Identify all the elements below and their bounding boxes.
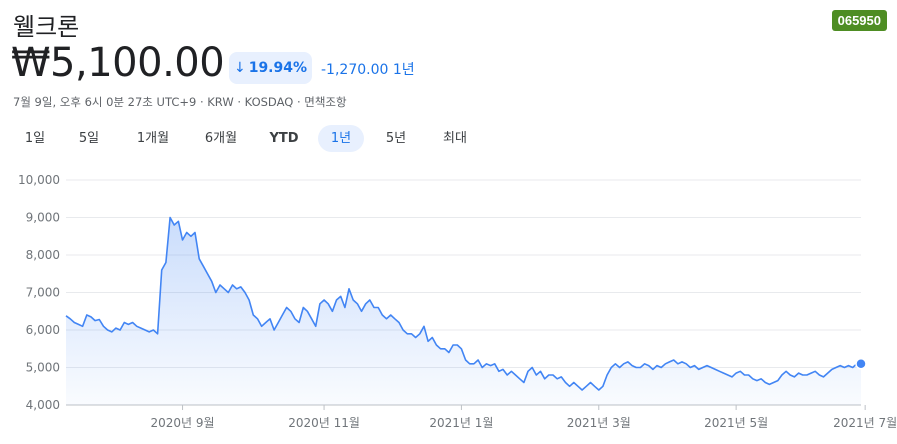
current-price: ₩5,100.00 (11, 40, 225, 86)
tab-1d[interactable]: 1일 (14, 125, 56, 152)
x-axis: 2020년 9월 2020년 11월 2021년 1월 2021년 3월 2021년 5… (151, 405, 897, 430)
tab-5y[interactable]: 5년 (374, 125, 418, 152)
tab-max[interactable]: 최대 (432, 125, 478, 152)
y-tick-label: 6,000 (26, 323, 60, 337)
range-tabs: 1일 5일 1개월 6개월 YTD 1년 5년 최대 (0, 125, 500, 153)
stock-name: 웰크론 (13, 13, 80, 41)
tab-ytd[interactable]: YTD (262, 125, 306, 152)
tab-6m[interactable]: 6개월 (192, 125, 250, 152)
price-chart[interactable]: 10,000 9,000 8,000 7,000 6,000 5,000 4,000 202… (0, 165, 897, 444)
price-area-fill (66, 217, 861, 405)
y-tick-label: 5,000 (26, 361, 60, 375)
x-tick-label: 2021년 5월 (704, 416, 768, 430)
y-tick-label: 9,000 (26, 211, 60, 225)
x-tick-label: 2020년 11월 (288, 416, 360, 430)
tab-1y[interactable]: 1년 (318, 125, 364, 152)
y-axis: 10,000 9,000 8,000 7,000 6,000 5,000 4,000 (18, 173, 60, 412)
y-tick-label: 8,000 (26, 248, 60, 262)
change-percent: 19.94% (248, 60, 308, 76)
last-price-dot[interactable] (855, 358, 867, 370)
quote-meta: 7월 9일, 오후 6시 0분 27초 UTC+9 · KRW · KOSDAQ… (13, 95, 347, 109)
x-tick-label: 2021년 7월 (833, 416, 897, 430)
ticker-badge[interactable]: 065950 (831, 10, 887, 31)
y-tick-label: 10,000 (18, 173, 60, 187)
change-percent-badge: ↓ 19.94% (229, 52, 312, 84)
tab-1m[interactable]: 1개월 (124, 125, 182, 152)
x-tick-label: 2021년 1월 (429, 416, 493, 430)
tab-5d[interactable]: 5일 (68, 125, 110, 152)
change-absolute: -1,270.00 1년 (321, 62, 415, 78)
x-tick-label: 2021년 3월 (567, 416, 631, 430)
x-tick-label: 2020년 9월 (151, 416, 215, 430)
arrow-down-icon: ↓ (233, 60, 246, 76)
y-tick-label: 7,000 (26, 286, 60, 300)
y-tick-label: 4,000 (26, 398, 60, 412)
